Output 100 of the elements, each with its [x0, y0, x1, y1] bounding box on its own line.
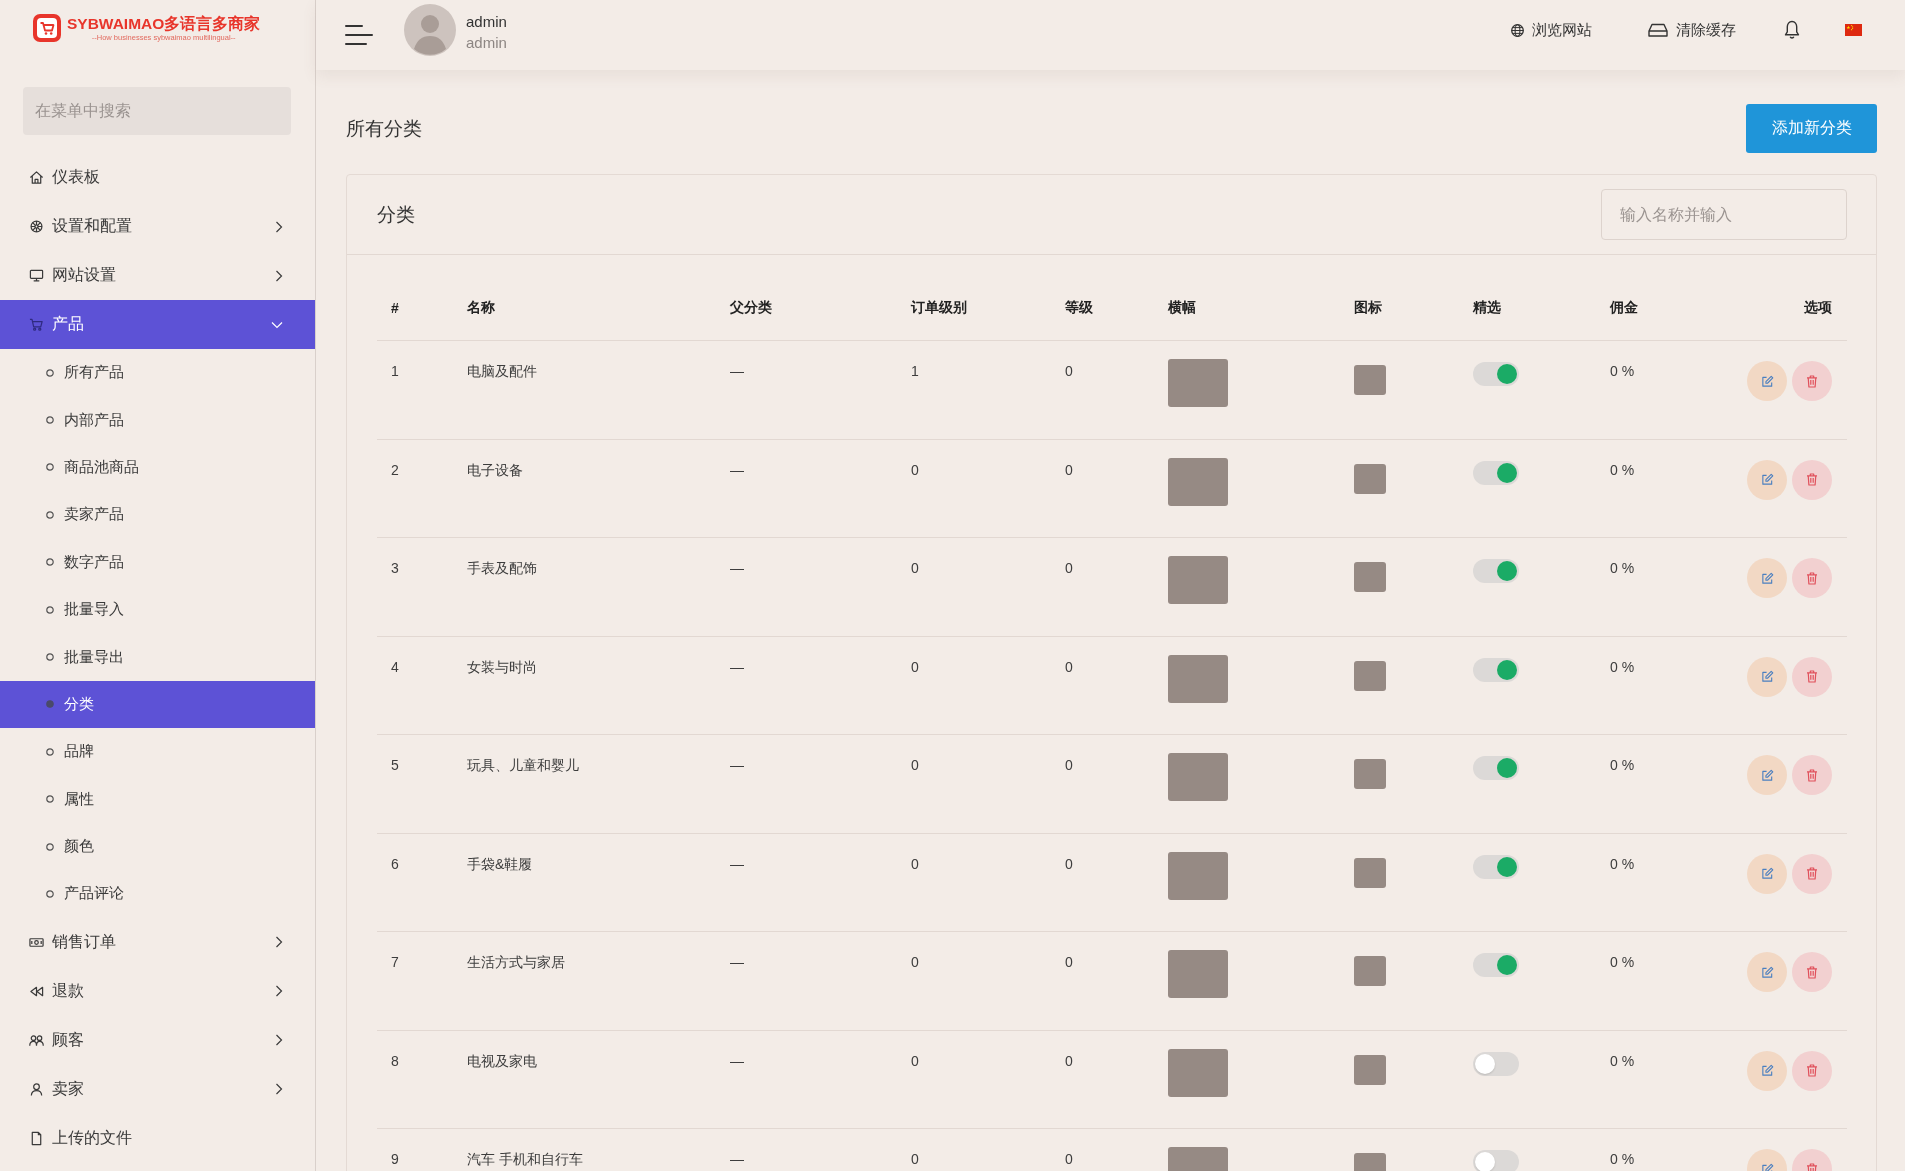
edit-button[interactable] — [1747, 656, 1787, 697]
sidebar-subitem[interactable]: 产品评论 — [0, 870, 315, 918]
sidebar-subitem[interactable]: 品牌 — [0, 728, 315, 776]
edit-button[interactable] — [1747, 361, 1787, 401]
featured-toggle[interactable] — [1473, 1051, 1519, 1076]
delete-button[interactable] — [1792, 656, 1832, 697]
sidebar-item[interactable]: 销售订单 — [0, 917, 315, 967]
edit-icon — [1760, 1064, 1774, 1077]
photo-placeholder — [1354, 857, 1386, 888]
trash-icon — [1806, 670, 1818, 683]
top-bar-link[interactable]: 清除缓存 — [1648, 20, 1736, 40]
sidebar-item[interactable]: 产品 — [0, 300, 315, 349]
sidebar-subitem[interactable]: 商品池商品 — [0, 443, 315, 492]
delete-button[interactable] — [1792, 558, 1832, 598]
featured-toggle[interactable] — [1473, 1150, 1519, 1171]
sidebar-subitem[interactable]: 内部产品 — [0, 396, 315, 444]
delete-button[interactable] — [1792, 853, 1832, 894]
parent-category: — — [730, 461, 744, 478]
parent-category: — — [730, 954, 744, 970]
menu-icon[interactable] — [345, 24, 373, 46]
parent-category: — — [730, 658, 744, 675]
sidebar-item[interactable]: 仪表板 — [0, 153, 315, 202]
trash-icon — [1806, 867, 1818, 880]
order-level: 0 — [911, 1052, 919, 1069]
sidebar-subitem[interactable]: 分类 — [0, 680, 315, 729]
category-name: 电视及家电 — [467, 1052, 537, 1069]
featured-toggle[interactable] — [1473, 953, 1519, 977]
column-header: 名称 — [467, 298, 495, 315]
photo-placeholder — [1354, 1054, 1386, 1085]
photo-placeholder — [1168, 851, 1228, 900]
featured-toggle[interactable] — [1473, 657, 1519, 682]
photo-placeholder — [1354, 660, 1386, 691]
bell-icon[interactable] — [1784, 20, 1800, 40]
sidebar-subitem[interactable]: 颜色 — [0, 822, 315, 871]
column-header: 选项 — [1804, 298, 1832, 315]
sidebar-item[interactable]: 设置和配置 — [0, 202, 315, 251]
top-bar-link[interactable]: 浏览网站 — [1511, 20, 1592, 40]
edit-button[interactable] — [1747, 952, 1787, 992]
edit-button[interactable] — [1747, 459, 1787, 500]
row-number: 3 — [391, 560, 399, 576]
edit-icon — [1760, 1162, 1774, 1171]
delete-button[interactable] — [1792, 755, 1832, 795]
users-icon — [29, 1032, 44, 1048]
sidebar-item[interactable]: 退款 — [0, 966, 315, 1016]
photo-placeholder — [1168, 753, 1228, 801]
column-header: 图标 — [1354, 298, 1382, 315]
featured-toggle[interactable] — [1473, 854, 1519, 879]
order-level: 0 — [911, 560, 919, 576]
logo-title: SYBWAIMAO多语言多商家 — [67, 14, 261, 33]
category-name: 手表及配饰 — [467, 560, 537, 576]
flag-icon[interactable] — [1845, 24, 1862, 36]
delete-button[interactable] — [1792, 952, 1832, 992]
edit-icon — [1760, 374, 1774, 388]
file-icon — [29, 1130, 44, 1146]
photo-placeholder — [1168, 556, 1228, 604]
commission-value: 0 % — [1610, 954, 1635, 970]
category-search-field[interactable]: 输入名称并输入 — [1601, 189, 1847, 240]
edit-icon — [1760, 670, 1774, 683]
globe-icon — [1511, 23, 1524, 37]
user-role: admin — [466, 34, 507, 51]
featured-toggle[interactable] — [1473, 756, 1519, 780]
category-name: 女装与时尚 — [467, 658, 537, 675]
sidebar-subitem[interactable]: 数字产品 — [0, 538, 315, 586]
edit-icon — [1760, 768, 1774, 782]
sidebar-subitem[interactable]: 属性 — [0, 775, 315, 823]
delete-button[interactable] — [1792, 361, 1832, 401]
row-number: 5 — [391, 757, 399, 773]
featured-toggle[interactable] — [1473, 460, 1519, 485]
edit-button[interactable] — [1747, 558, 1787, 598]
featured-toggle[interactable] — [1473, 559, 1519, 583]
avatar-icon — [404, 4, 456, 56]
sidebar-subitem[interactable]: 所有产品 — [0, 349, 315, 397]
menu-search-field[interactable]: 在菜单中搜索 — [23, 87, 291, 135]
category-name: 手袋&鞋履 — [467, 855, 533, 872]
level-value: 0 — [1065, 954, 1073, 970]
sidebar-subitem[interactable]: 批量导入 — [0, 585, 315, 634]
edit-button[interactable] — [1747, 1050, 1787, 1091]
photo-placeholder — [1168, 654, 1228, 703]
parent-category: — — [730, 1052, 744, 1069]
level-value: 0 — [1065, 658, 1073, 675]
row-number: 8 — [391, 1052, 399, 1069]
sidebar-subitem[interactable]: 批量导出 — [0, 633, 315, 681]
parent-category: — — [730, 757, 744, 773]
photo-placeholder — [1354, 463, 1386, 494]
delete-button[interactable] — [1792, 459, 1832, 500]
delete-button[interactable] — [1792, 1050, 1832, 1091]
level-value: 0 — [1065, 461, 1073, 478]
sidebar-item[interactable]: 卖家 — [0, 1064, 315, 1114]
monitor-icon — [29, 268, 44, 283]
edit-button[interactable] — [1747, 853, 1787, 894]
sidebar-item[interactable]: 上传的文件 — [0, 1113, 315, 1163]
sidebar-item[interactable]: 网站设置 — [0, 251, 315, 300]
photo-placeholder — [1168, 359, 1228, 407]
sidebar-subitem[interactable]: 卖家产品 — [0, 491, 315, 539]
sidebar-item[interactable]: 顾客 — [0, 1015, 315, 1065]
edit-icon — [1760, 965, 1774, 979]
edit-button[interactable] — [1747, 755, 1787, 795]
featured-toggle[interactable] — [1473, 362, 1519, 386]
level-value: 0 — [1065, 560, 1073, 576]
commission-value: 0 % — [1610, 1151, 1635, 1167]
